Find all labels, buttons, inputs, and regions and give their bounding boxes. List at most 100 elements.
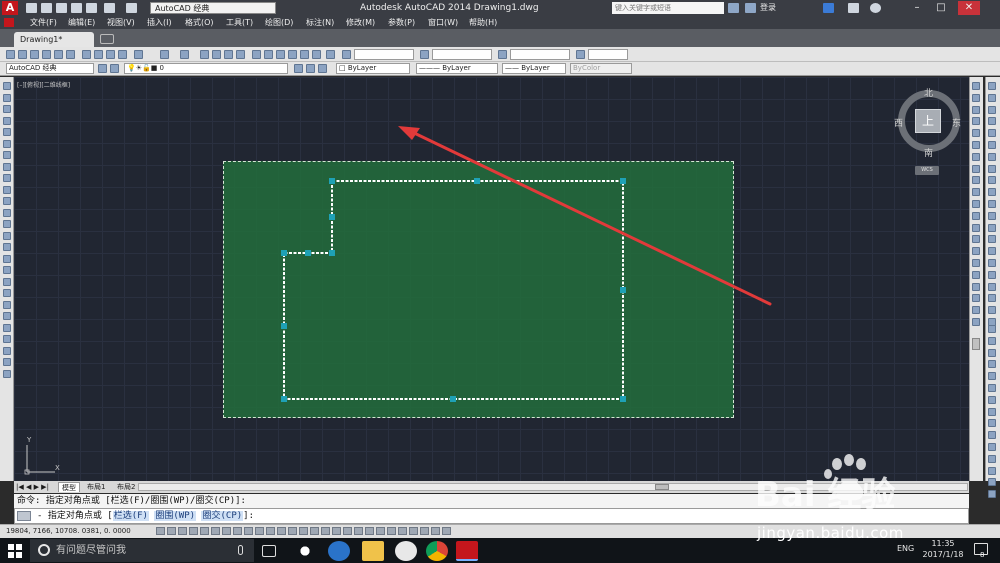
grip-handle[interactable] (329, 250, 335, 256)
tool-button-icon[interactable] (3, 197, 11, 205)
tool-button-icon[interactable] (3, 346, 11, 355)
status-toggle-icon[interactable] (266, 527, 275, 535)
tool-button-icon[interactable] (988, 270, 996, 279)
grip-handle[interactable] (329, 178, 335, 184)
status-toggle-icon[interactable] (343, 527, 352, 535)
tool-button-icon[interactable] (972, 117, 980, 126)
status-toggle-icon[interactable] (211, 527, 220, 535)
status-toggle-icon[interactable] (299, 527, 308, 535)
tool-button-icon[interactable] (3, 174, 11, 182)
status-toggle-icon[interactable] (244, 527, 253, 535)
grip-handle[interactable] (305, 250, 311, 256)
windows-start-icon[interactable] (4, 541, 26, 561)
option-crossing-polygon[interactable]: 圈交(CP) (201, 511, 244, 521)
tool-button-icon[interactable] (988, 384, 996, 392)
status-toggle-icon[interactable] (255, 527, 264, 535)
tool-button-icon[interactable] (3, 277, 11, 286)
browser-icon[interactable] (328, 541, 350, 561)
tool-button-icon[interactable] (988, 235, 996, 244)
tool-button-icon[interactable] (972, 282, 980, 291)
selected-polyline[interactable] (283, 180, 624, 400)
grip-handle[interactable] (474, 178, 480, 184)
status-toggle-icon[interactable] (398, 527, 407, 535)
tool-button-icon[interactable] (988, 164, 996, 173)
status-toggle-icon[interactable] (431, 527, 440, 535)
tool-button-icon[interactable] (972, 247, 980, 256)
grip-handle[interactable] (450, 396, 456, 402)
autocad-taskbar-icon[interactable] (456, 541, 478, 561)
status-toggle-icon[interactable] (167, 527, 176, 535)
app-p-icon[interactable] (395, 541, 417, 561)
compass-west[interactable]: 西 (894, 116, 903, 129)
tool-button-icon[interactable] (972, 176, 980, 185)
tool-button-icon[interactable] (3, 116, 11, 125)
tool-button-icon[interactable] (988, 431, 996, 440)
cortana-search-input[interactable]: 有问题尽管问我 (30, 539, 254, 562)
tool-button-icon[interactable] (3, 323, 11, 332)
tool-button-icon[interactable] (3, 93, 11, 102)
tool-button-icon[interactable] (988, 407, 996, 416)
grip-handle[interactable] (620, 178, 626, 184)
tool-button-icon[interactable] (3, 231, 11, 240)
tool-button-icon[interactable] (3, 335, 11, 343)
task-view-icon[interactable] (262, 545, 276, 557)
clock-date[interactable]: 2017/1/18 (918, 550, 968, 559)
grip-handle[interactable] (620, 396, 626, 402)
tool-button-icon[interactable] (988, 129, 996, 138)
grip-handle[interactable] (620, 287, 626, 293)
tool-button-icon[interactable] (988, 395, 996, 404)
tool-button-icon[interactable] (972, 141, 980, 149)
tool-button-icon[interactable] (3, 312, 11, 320)
tool-button-icon[interactable] (3, 185, 11, 194)
tool-button-icon[interactable] (988, 247, 996, 256)
status-toggle-icon[interactable] (321, 527, 330, 535)
status-toggle-icon[interactable] (233, 527, 242, 535)
tool-button-icon[interactable] (3, 208, 11, 217)
tab-layout1[interactable]: 布局1 (84, 482, 108, 492)
viewcube-top-face[interactable]: 上 (915, 109, 941, 133)
tool-button-icon[interactable] (3, 139, 11, 148)
tool-button-icon[interactable] (988, 478, 996, 487)
tool-button-icon[interactable] (3, 105, 11, 113)
tool-button-icon[interactable] (972, 164, 980, 173)
tool-button-icon[interactable] (972, 129, 980, 138)
tool-button-icon[interactable] (988, 294, 996, 303)
tool-button-icon[interactable] (972, 188, 980, 197)
status-toggle-icon[interactable] (332, 527, 341, 535)
grip-handle[interactable] (281, 396, 287, 402)
tool-button-icon[interactable] (3, 220, 11, 228)
tool-button-icon[interactable] (988, 93, 996, 102)
tool-button-icon[interactable] (988, 348, 996, 357)
grip-handle[interactable] (281, 323, 287, 329)
file-explorer-icon[interactable] (362, 541, 384, 561)
tool-button-icon[interactable] (988, 306, 996, 315)
status-toggle-icon[interactable] (442, 527, 451, 535)
tool-button-icon[interactable] (972, 235, 980, 244)
input-language[interactable]: ENG (897, 544, 914, 553)
horizontal-scrollbar-thumb[interactable] (655, 484, 669, 490)
tool-button-icon[interactable] (3, 358, 11, 366)
tool-button-icon[interactable] (988, 82, 996, 90)
tool-button-icon[interactable] (972, 223, 980, 232)
tool-button-icon[interactable] (3, 289, 11, 297)
wcs-menu[interactable]: WCS (915, 166, 939, 175)
tool-button-icon[interactable] (988, 105, 996, 114)
tool-button-icon[interactable] (972, 152, 980, 161)
tool-button-icon[interactable] (3, 266, 11, 274)
microphone-icon[interactable] (238, 545, 243, 555)
status-toggle-icon[interactable] (189, 527, 198, 535)
tool-button-icon[interactable] (988, 372, 996, 381)
tool-button-icon[interactable] (988, 443, 996, 451)
tool-button-icon[interactable] (3, 162, 11, 171)
tool-button-icon[interactable] (3, 369, 11, 378)
option-fence[interactable]: 栏选(F) (112, 511, 149, 521)
tool-button-icon[interactable] (972, 211, 980, 220)
tool-button-icon[interactable] (988, 490, 996, 499)
app-icon[interactable] (294, 541, 316, 561)
compass-east[interactable]: 东 (952, 116, 961, 129)
tool-button-icon[interactable] (3, 243, 11, 251)
tool-button-icon[interactable] (988, 336, 996, 345)
command-customize-icon[interactable] (17, 511, 31, 521)
compass-south[interactable]: 南 (924, 146, 933, 159)
tool-button-icon[interactable] (972, 306, 980, 315)
